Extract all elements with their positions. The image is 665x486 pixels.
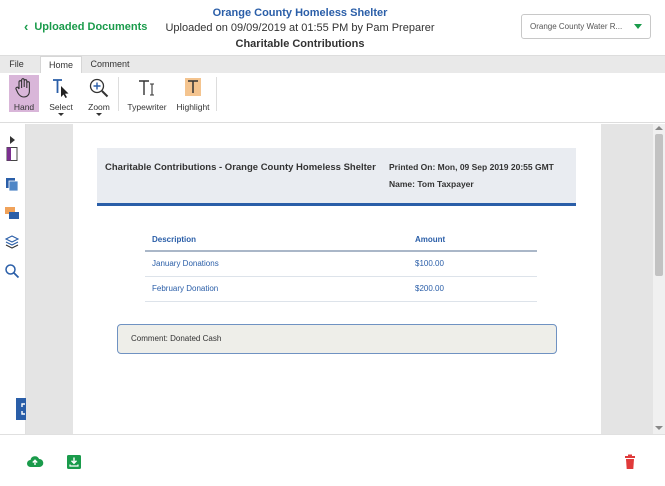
table-header-row: Description Amount	[145, 228, 537, 252]
typewriter-tool-label: Typewriter	[127, 102, 167, 112]
download-button[interactable]	[65, 453, 83, 471]
tab-home[interactable]: Home	[40, 56, 82, 74]
row-amount: $100.00	[415, 259, 444, 268]
select-tool-button[interactable]: Select	[46, 75, 76, 116]
back-to-uploaded-documents-link[interactable]: ‹ Uploaded Documents	[24, 20, 147, 33]
highlight-tool-button[interactable]: Highlight	[174, 75, 212, 115]
chevron-left-icon: ‹	[24, 19, 29, 34]
text-select-icon	[50, 77, 72, 101]
document-category: Charitable Contributions	[235, 38, 365, 50]
zoom-tool-button[interactable]: Zoom	[84, 75, 114, 116]
report-header: Charitable Contributions - Orange County…	[97, 148, 576, 206]
report-title: Charitable Contributions - Orange County…	[105, 162, 376, 173]
pages-icon[interactable]	[4, 176, 20, 192]
search-icon[interactable]	[4, 263, 20, 279]
typewriter-icon	[136, 77, 158, 101]
zoom-in-icon	[88, 77, 110, 101]
left-sidebar	[0, 124, 26, 434]
delete-button[interactable]	[621, 453, 639, 471]
typewriter-tool-button[interactable]: Typewriter	[124, 75, 170, 115]
dropdown-value: Orange County Water R...	[530, 22, 623, 31]
download-tray-icon	[67, 455, 81, 469]
row-description: February Donation	[152, 284, 219, 293]
column-header-amount: Amount	[415, 235, 446, 244]
taxpayer-name: Name: Tom Taxpayer	[389, 179, 474, 189]
comment-box: Comment: Donated Cash	[117, 324, 557, 354]
bookmark-icon[interactable]	[4, 146, 20, 162]
scrollbar-thumb[interactable]	[655, 134, 663, 276]
trash-icon	[625, 454, 635, 469]
document-page: Charitable Contributions - Orange County…	[73, 124, 601, 434]
ribbon-divider	[216, 77, 217, 111]
contributions-table: Description Amount January Donations $10…	[145, 228, 537, 302]
select-tool-label: Select	[49, 102, 73, 112]
document-title: Orange County Homeless Shelter	[212, 7, 388, 19]
row-amount: $200.00	[415, 284, 444, 293]
scroll-down-arrow-icon[interactable]	[655, 426, 663, 430]
zoom-dropdown-arrow-icon[interactable]	[96, 113, 102, 116]
footer-actions	[0, 434, 665, 486]
hand-tool-button[interactable]: Hand	[9, 75, 39, 112]
row-description: January Donations	[152, 259, 219, 268]
comments-icon[interactable]	[4, 205, 20, 221]
zoom-tool-label: Zoom	[88, 102, 110, 112]
document-viewer[interactable]: Charitable Contributions - Orange County…	[26, 124, 653, 434]
hand-icon	[14, 77, 34, 101]
caret-down-icon	[634, 24, 642, 29]
title-block: Orange County Homeless Shelter Uploaded …	[150, 6, 450, 52]
ribbon-divider	[118, 77, 119, 111]
back-link-label: Uploaded Documents	[34, 20, 148, 33]
document-select-dropdown[interactable]: Orange County Water R...	[521, 14, 651, 39]
ribbon-toolbar: Hand Select Zoom Typewriter Highlight	[0, 73, 665, 123]
upload-button[interactable]	[26, 453, 44, 471]
upload-info: Uploaded on 09/09/2019 at 01:55 PM by Pa…	[165, 22, 435, 34]
tab-file[interactable]: File	[0, 56, 33, 74]
column-header-description: Description	[152, 235, 197, 244]
header: ‹ Uploaded Documents Orange County Homel…	[0, 0, 665, 55]
hand-tool-label: Hand	[13, 102, 35, 112]
scroll-up-arrow-icon[interactable]	[655, 126, 663, 130]
ribbon-tabbar: File Home Comment	[0, 55, 665, 74]
vertical-scrollbar[interactable]	[653, 124, 665, 434]
printed-on: Printed On: Mon, 09 Sep 2019 20:55 GMT	[389, 162, 554, 172]
table-row: February Donation $200.00	[145, 277, 537, 302]
highlight-tool-label: Highlight	[176, 102, 210, 112]
layers-icon[interactable]	[4, 234, 20, 250]
highlight-icon	[183, 77, 203, 101]
select-dropdown-arrow-icon[interactable]	[58, 113, 64, 116]
table-row: January Donations $100.00	[145, 252, 537, 277]
cloud-upload-icon	[27, 456, 44, 467]
tab-comment[interactable]: Comment	[88, 56, 132, 74]
